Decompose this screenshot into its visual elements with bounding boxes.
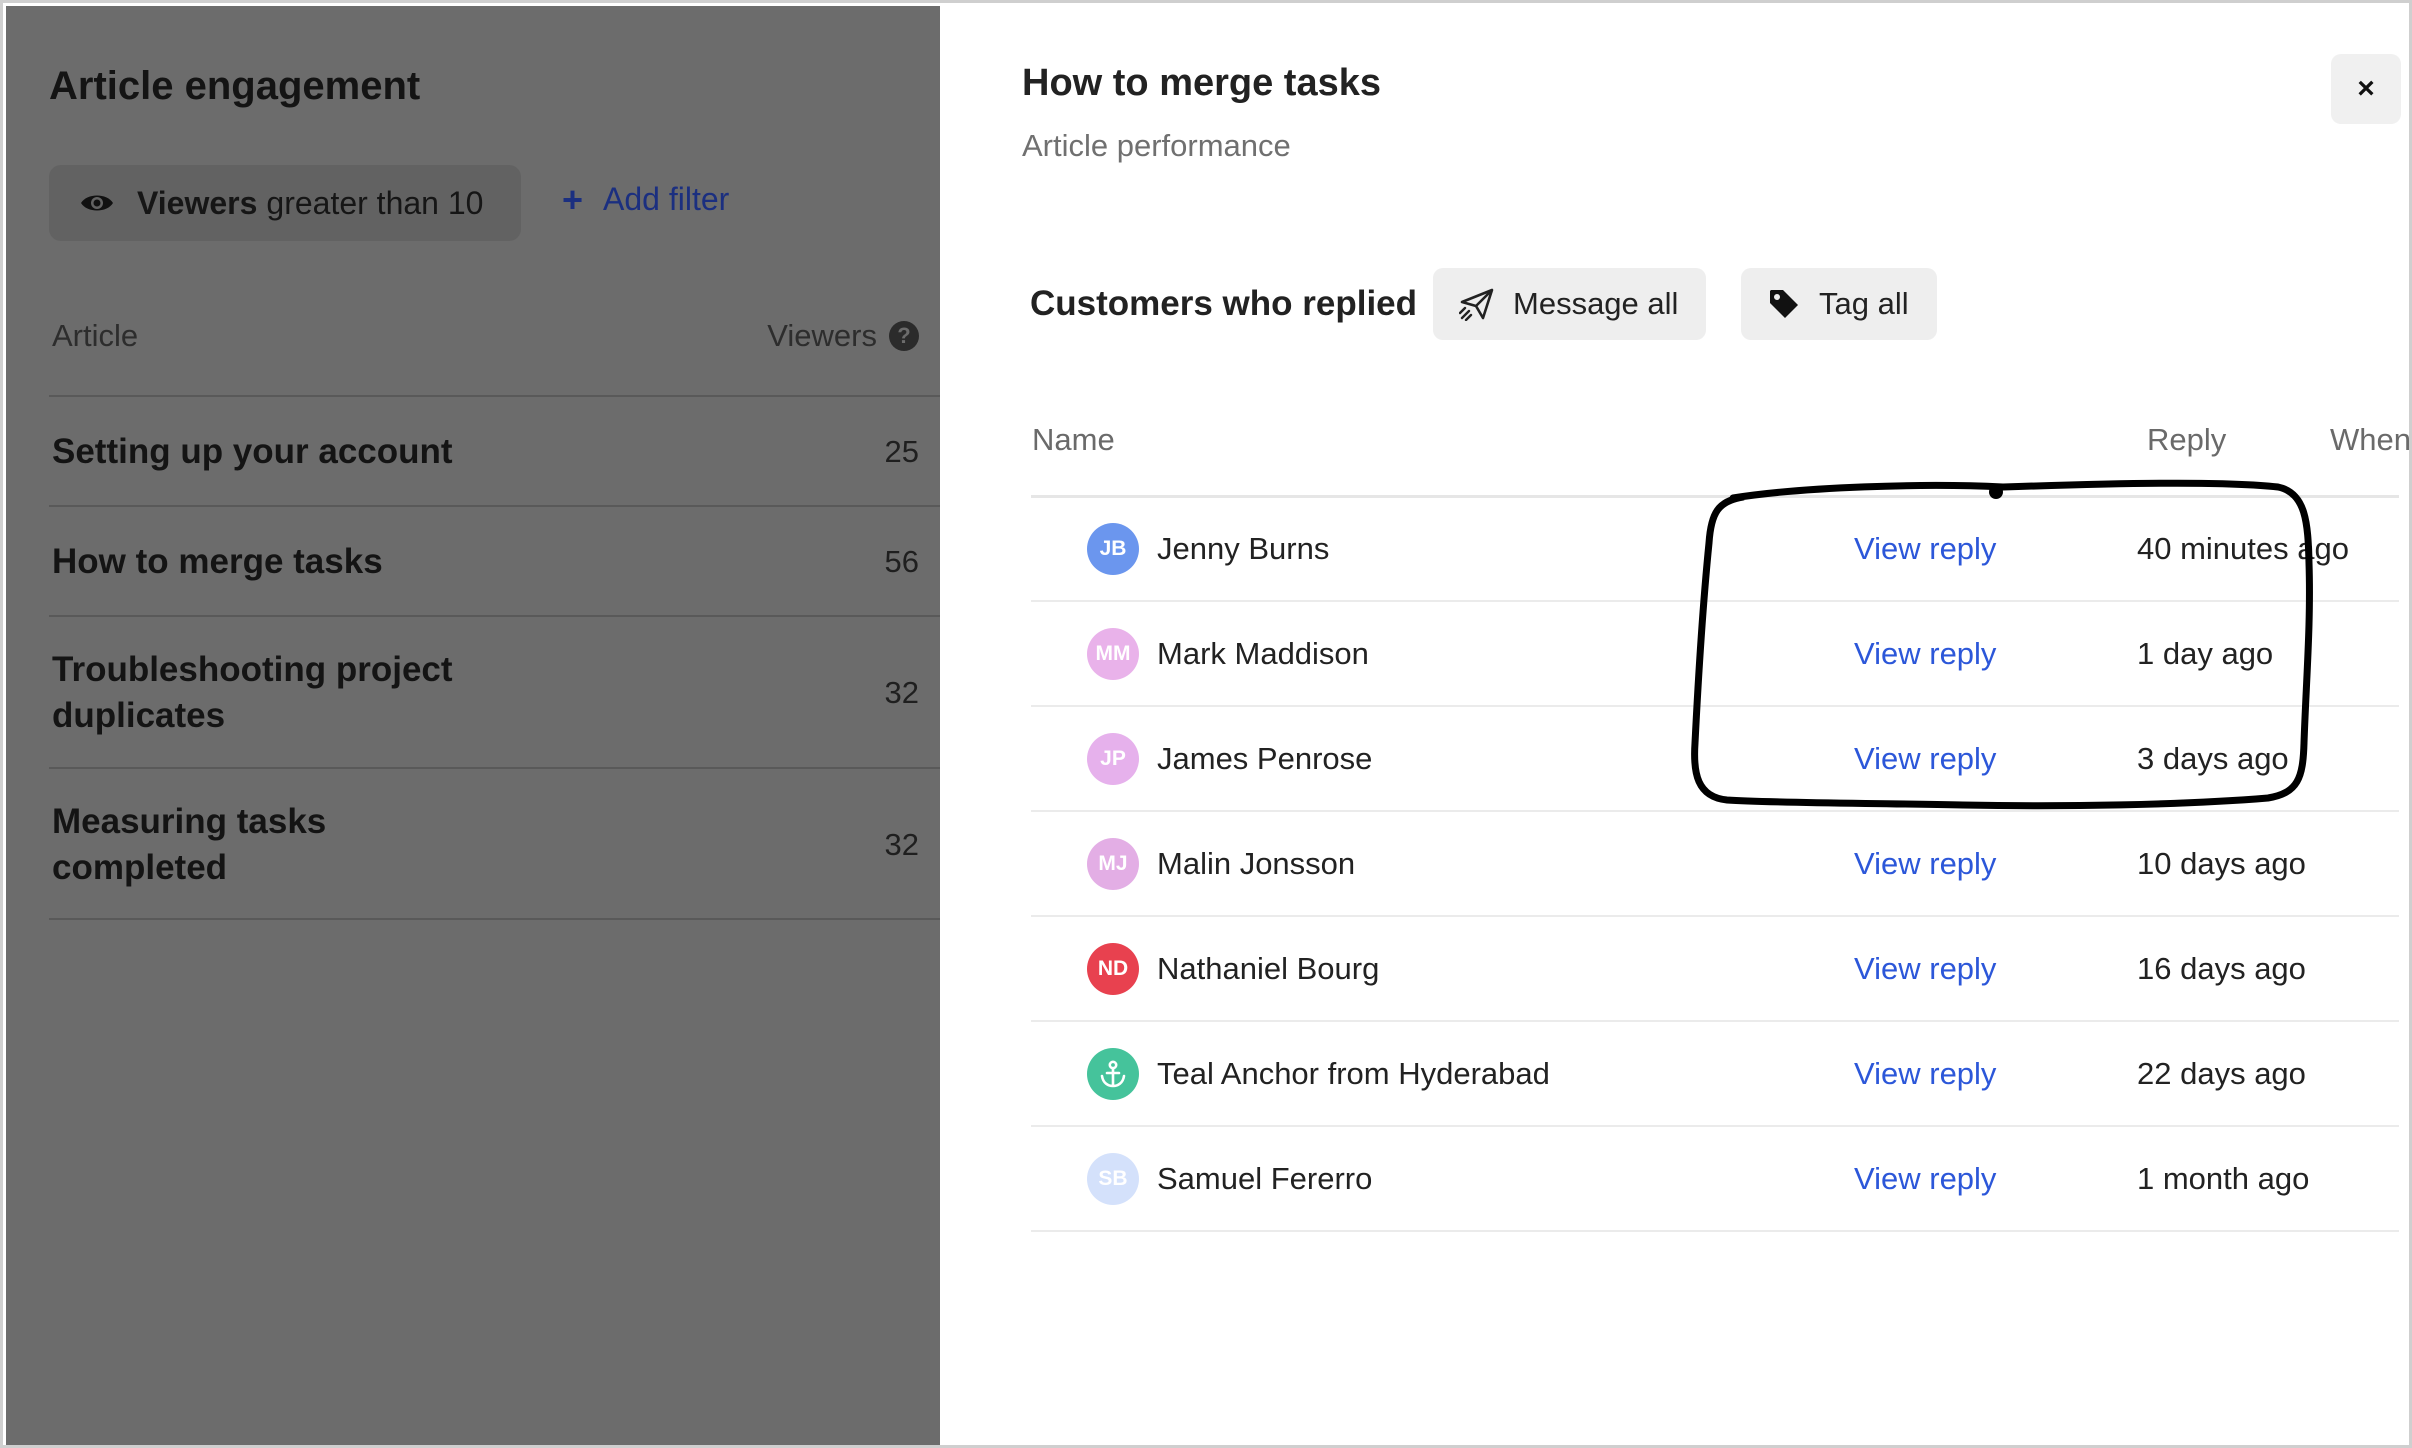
reply-time: 1 day ago: [2137, 636, 2274, 671]
tag-all-label: Tag all: [1819, 286, 1909, 321]
table-row: JP James Penrose View reply 3 days ago: [1031, 708, 2399, 812]
avatar: MM: [1087, 628, 1139, 680]
view-reply-link[interactable]: View reply: [1854, 951, 1996, 987]
article-title-line: duplicates: [52, 696, 226, 735]
article-viewers-count: 25: [884, 434, 919, 469]
article-row[interactable]: How to merge tasks 56: [49, 505, 940, 615]
reply-time: 40 minutes ago: [2137, 531, 2349, 566]
paper-plane-icon: [1459, 288, 1494, 321]
view-reply-link[interactable]: View reply: [1854, 1056, 1996, 1092]
when-column-header: When they replied: [2330, 422, 2411, 457]
reply-time: 10 days ago: [2137, 846, 2306, 881]
article-title: Setting up your account: [52, 429, 453, 475]
reply-time: 16 days ago: [2137, 951, 2306, 986]
article-row[interactable]: Measuring tasks completed 32: [49, 767, 940, 919]
table-row: SB Samuel Fererro View reply 1 month ago: [1031, 1128, 2399, 1232]
avatar: JP: [1087, 733, 1139, 785]
article-row[interactable]: Setting up your account 25: [49, 395, 940, 505]
table-row: ND Nathaniel Bourg View reply 16 days ago: [1031, 918, 2399, 1022]
reply-time: 3 days ago: [2137, 741, 2289, 776]
article-row[interactable]: Troubleshooting project duplicates 32: [49, 615, 940, 767]
view-reply-link[interactable]: View reply: [1854, 1161, 1996, 1197]
filter-condition: greater than 10: [266, 184, 484, 221]
anchor-icon: [1087, 1048, 1139, 1100]
add-filter-label: Add filter: [603, 181, 730, 217]
table-row: MJ Malin Jonsson View reply 10 days ago: [1031, 813, 2399, 917]
viewers-filter-chip[interactable]: Viewers greater than 10: [49, 165, 521, 241]
customer-name: Mark Maddison: [1157, 636, 1369, 671]
eye-icon: [81, 195, 113, 211]
avatar: ND: [1087, 943, 1139, 995]
reply-column-header: Reply: [2147, 422, 2227, 457]
panel-subtitle: Article performance: [1022, 128, 1291, 163]
customer-name: James Penrose: [1157, 741, 1373, 776]
close-button[interactable]: ×: [2331, 54, 2401, 124]
article-title: Measuring tasks completed: [52, 799, 326, 891]
view-reply-link[interactable]: View reply: [1854, 846, 1996, 882]
question-icon[interactable]: ?: [889, 321, 919, 351]
table-row: Teal Anchor from Hyderabad View reply 22 d…: [1031, 1023, 2399, 1127]
plus-icon: +: [562, 178, 584, 220]
article-viewers-count: 32: [884, 675, 919, 710]
reply-time: 1 month ago: [2137, 1161, 2310, 1196]
customer-name: Nathaniel Bourg: [1157, 951, 1380, 986]
view-reply-link[interactable]: View reply: [1854, 531, 1996, 567]
reply-time: 22 days ago: [2137, 1056, 2306, 1091]
view-reply-link[interactable]: View reply: [1854, 636, 1996, 672]
panel-title: How to merge tasks: [1022, 62, 1381, 104]
customer-name: Teal Anchor from Hyderabad: [1157, 1056, 1550, 1091]
article-column-header: Article: [52, 318, 139, 353]
article-detail-panel: How to merge tasks Article performance ×…: [940, 6, 2411, 1445]
article-title: Troubleshooting project duplicates: [52, 647, 453, 739]
article-title-line: Troubleshooting project: [52, 650, 453, 689]
article-title-line: How to merge tasks: [52, 542, 383, 581]
message-all-label: Message all: [1513, 286, 1679, 321]
filter-field: Viewers: [137, 184, 258, 221]
article-viewers-count: 32: [884, 827, 919, 862]
article-title-line: Measuring tasks: [52, 802, 327, 841]
article-table-bottom-rule: [49, 918, 940, 920]
customer-name: Malin Jonsson: [1157, 846, 1356, 881]
section-title: Customers who replied: [1030, 284, 1418, 323]
avatar: JB: [1087, 523, 1139, 575]
article-engagement-panel: Article engagement Viewers greater than …: [6, 6, 940, 1445]
avatar: MJ: [1087, 838, 1139, 890]
tag-icon: [1770, 290, 1798, 318]
article-title: How to merge tasks: [52, 539, 383, 585]
article-viewers-count: 56: [884, 544, 919, 579]
screenshot-frame: Article engagement Viewers greater than …: [0, 0, 2412, 1448]
table-row: JB Jenny Burns View reply 40 minutes ago: [1031, 498, 2399, 602]
page-title: Article engagement: [49, 64, 421, 108]
article-title-line: completed: [52, 848, 228, 887]
tag-all-button[interactable]: Tag all: [1741, 268, 1937, 340]
viewers-column-label: Viewers: [767, 318, 877, 353]
name-column-header: Name: [1032, 422, 1115, 457]
add-filter-button[interactable]: + Add filter: [562, 181, 729, 218]
close-icon: ×: [2357, 72, 2375, 105]
view-reply-link[interactable]: View reply: [1854, 741, 1996, 777]
customer-name: Jenny Burns: [1157, 531, 1330, 566]
message-all-button[interactable]: Message all: [1433, 268, 1706, 340]
article-title-line: Setting up your account: [52, 432, 453, 471]
viewers-column-header: Viewers ?: [767, 318, 919, 354]
article-table-header: Article Viewers ?: [49, 306, 919, 394]
customer-name: Samuel Fererro: [1157, 1161, 1373, 1196]
avatar: SB: [1087, 1153, 1139, 1205]
table-row: MM Mark Maddison View reply 1 day ago: [1031, 603, 2399, 707]
